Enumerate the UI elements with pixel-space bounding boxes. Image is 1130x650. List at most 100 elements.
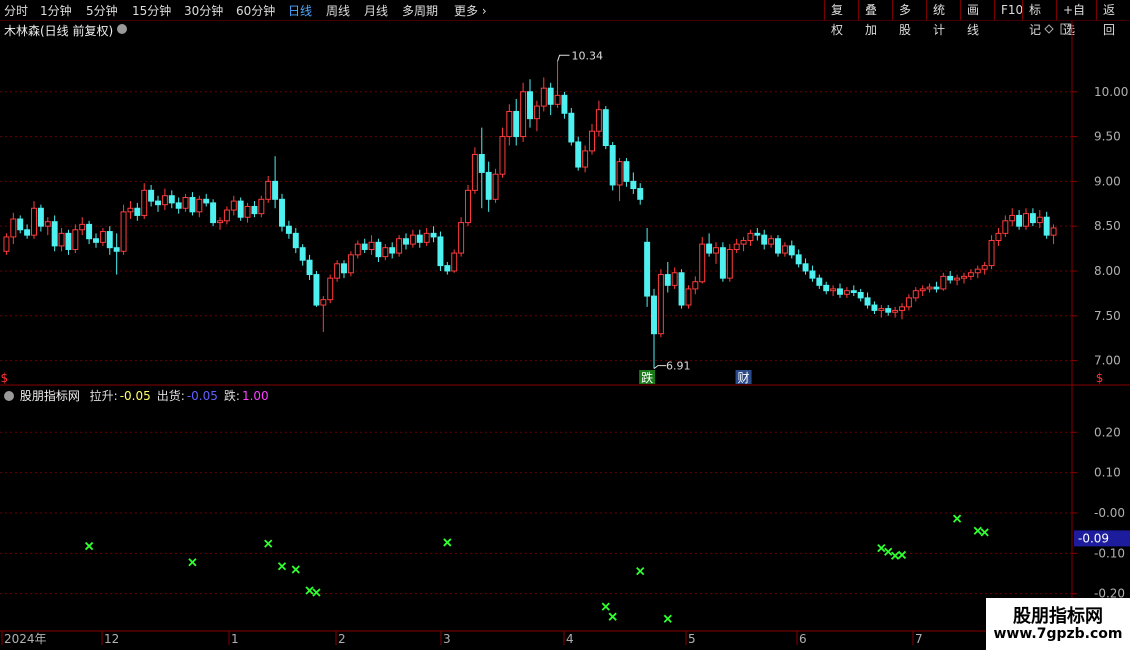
candle-body[interactable] (754, 232, 761, 236)
period-tab-5[interactable]: 60分钟 (236, 2, 275, 19)
candle-body[interactable] (899, 306, 905, 311)
period-tab-9[interactable]: 多周期 (402, 2, 438, 19)
candle-body[interactable] (382, 247, 389, 258)
candle-body[interactable] (864, 297, 871, 306)
candle-body[interactable] (919, 288, 926, 292)
candle-body[interactable] (623, 161, 630, 182)
candle-body[interactable] (981, 265, 988, 270)
candle-body[interactable] (244, 205, 251, 218)
candle-body[interactable] (161, 195, 168, 206)
collapse-icon[interactable] (4, 391, 14, 401)
candle-body[interactable] (168, 195, 175, 204)
action-button-6[interactable]: 标记 (1022, 0, 1056, 37)
candle-body[interactable] (31, 207, 37, 236)
action-button-7[interactable]: +自选 (1056, 0, 1096, 37)
candle-body[interactable] (279, 198, 285, 227)
action-button-1[interactable]: 叠加 (858, 0, 892, 37)
candle-body[interactable] (747, 232, 754, 242)
candle-body[interactable] (589, 130, 595, 152)
candle-body[interactable] (375, 241, 382, 258)
candle-body[interactable] (995, 232, 1002, 242)
candle-body[interactable] (630, 180, 637, 190)
period-tab-6[interactable]: 日线 (288, 2, 312, 19)
event-marker[interactable]: 跌 (641, 370, 653, 385)
period-tab-8[interactable]: 月线 (364, 2, 388, 19)
action-button-2[interactable]: 多股 (892, 0, 926, 37)
candle-body[interactable] (809, 270, 816, 279)
candle-body[interactable] (802, 263, 809, 272)
candle-body[interactable] (816, 277, 823, 286)
candle-body[interactable] (389, 247, 396, 254)
candle-body[interactable] (237, 200, 244, 218)
candle-body[interactable] (657, 274, 664, 335)
candle-body[interactable] (210, 202, 217, 224)
candle-body[interactable] (327, 277, 334, 301)
candle-body[interactable] (485, 171, 492, 200)
candle-body[interactable] (988, 240, 995, 267)
candle-body[interactable] (651, 295, 657, 335)
candle-body[interactable] (1023, 213, 1029, 227)
candle-body[interactable] (788, 245, 795, 256)
candle-body[interactable] (99, 231, 106, 243)
candle-body[interactable] (175, 202, 182, 209)
collapse-icon[interactable] (117, 24, 127, 34)
candle-body[interactable] (644, 241, 651, 297)
candle-body[interactable] (430, 232, 437, 238)
candle-body[interactable] (230, 200, 237, 211)
candle-body[interactable] (223, 209, 230, 222)
candle-body[interactable] (134, 207, 141, 216)
candle-body[interactable] (285, 225, 292, 234)
candle-body[interactable] (671, 272, 678, 286)
candle-body[interactable] (251, 205, 258, 215)
candle-body[interactable] (837, 288, 843, 295)
candle-body[interactable] (292, 232, 299, 249)
candle-body[interactable] (761, 234, 768, 245)
candle-body[interactable] (857, 291, 864, 299)
candle-body[interactable] (51, 221, 58, 247)
candle-body[interactable] (733, 243, 740, 250)
candle-body[interactable] (17, 218, 24, 231)
candle-body[interactable] (403, 238, 409, 245)
candle-body[interactable] (341, 263, 347, 274)
candle-body[interactable] (513, 110, 520, 138)
candle-body[interactable] (148, 189, 155, 202)
candle-body[interactable] (86, 223, 93, 240)
candle-body[interactable] (203, 198, 210, 204)
candle-body[interactable] (1050, 227, 1057, 236)
event-marker[interactable]: 财 (738, 371, 750, 385)
candle-body[interactable] (940, 275, 947, 290)
action-button-5[interactable]: F10 (994, 0, 1023, 20)
candle-body[interactable] (520, 91, 527, 138)
candle-body[interactable] (713, 247, 719, 254)
candle-body[interactable] (547, 87, 554, 105)
candle-body[interactable] (878, 308, 885, 311)
candle-body[interactable] (24, 229, 31, 236)
event-marker[interactable]: $ (0, 371, 8, 385)
period-tab-0[interactable]: 分时 (4, 2, 28, 19)
candle-body[interactable] (850, 290, 857, 293)
candle-body[interactable] (1009, 214, 1016, 222)
candle-body[interactable] (354, 243, 361, 256)
period-tab-3[interactable]: 15分钟 (132, 2, 171, 19)
candle-body[interactable] (58, 232, 65, 247)
action-button-4[interactable]: 画线 (960, 0, 994, 37)
candle-body[interactable] (1002, 220, 1009, 234)
candle-body[interactable] (823, 284, 830, 292)
candle-body[interactable] (933, 286, 940, 290)
candle-body[interactable] (347, 254, 354, 274)
candle-body[interactable] (106, 231, 113, 249)
candle-body[interactable] (258, 198, 265, 215)
candle-body[interactable] (616, 161, 623, 186)
candle-body[interactable] (10, 218, 17, 238)
candle-body[interactable] (313, 274, 320, 306)
candle-body[interactable] (664, 274, 671, 286)
candle-body[interactable] (527, 91, 533, 120)
candle-body[interactable] (306, 259, 313, 276)
candle-body[interactable] (678, 272, 685, 306)
action-button-8[interactable]: 返回 (1096, 0, 1130, 37)
window-icon[interactable] (1060, 23, 1071, 35)
kline-chart[interactable]: 10.00 9.50 9.00 8.50 8.00 7.50 7.00 0.20 0.10 -0.… (0, 21, 1130, 650)
candle-body[interactable] (189, 197, 196, 213)
candle-body[interactable] (561, 94, 568, 114)
candle-body[interactable] (141, 189, 148, 216)
